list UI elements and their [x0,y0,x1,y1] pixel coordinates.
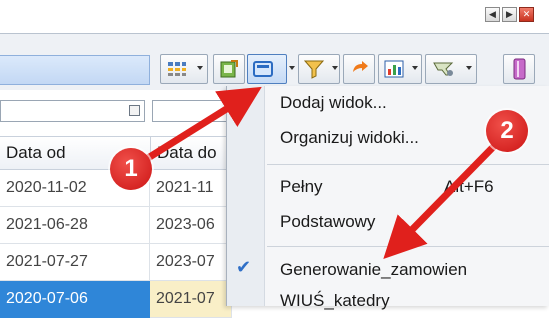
annotation-badge-1: 1 [110,148,152,190]
annotation-arrows [130,86,503,259]
annotation-badge-2: 2 [486,110,528,152]
annotation-arrow-2 [383,137,503,259]
